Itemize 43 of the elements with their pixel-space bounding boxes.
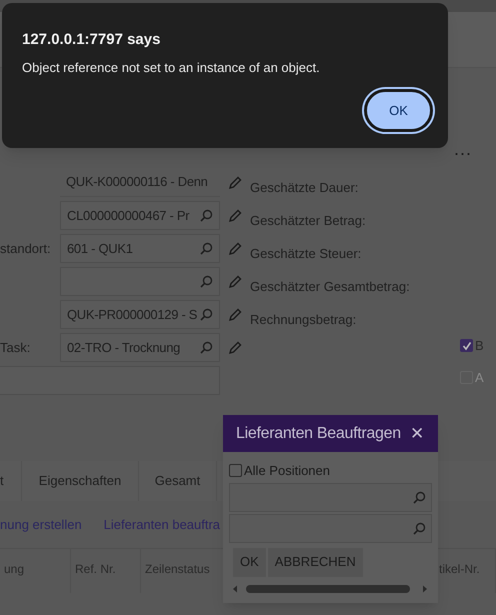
checkbox-label: Alle Positionen [244, 462, 330, 480]
tab[interactable]: t [0, 461, 22, 501]
summary-label: Geschätzte Dauer: [250, 178, 358, 197]
dialog-button[interactable]: ABBRECHEN [268, 548, 363, 576]
summary-label: Geschätzter Gesamtbetrag: [250, 278, 410, 296]
search-icon [413, 490, 426, 504]
dialog-button[interactable]: OK [233, 548, 266, 576]
value-field: QUK-K000000116 - Denn [60, 168, 220, 197]
pencil-icon[interactable] [228, 242, 242, 256]
checkbox[interactable] [460, 339, 473, 352]
lookup-field[interactable]: CL000000000467 - Pr [60, 201, 220, 230]
close-button[interactable]: ✕ [410, 425, 424, 442]
lookup-field[interactable] [60, 267, 220, 296]
more-menu-button[interactable]: ... [454, 140, 472, 158]
pencil-icon[interactable] [228, 274, 242, 288]
alert-message: Object reference not set to an instance of an object. [22, 59, 320, 77]
search-icon [200, 275, 213, 288]
ok-button[interactable]: OK [364, 89, 433, 132]
lookup-field[interactable]: QUK-PR000000129 - S [60, 300, 220, 329]
field-label: Task: [0, 340, 30, 355]
pencil-icon[interactable] [228, 340, 242, 354]
summary-label: Rechnungsbetrag: [250, 310, 356, 329]
pencil-icon[interactable] [228, 208, 242, 222]
tab[interactable]: Eigenschaften [22, 461, 139, 501]
field-label: standort: [0, 240, 51, 256]
search-icon [200, 242, 213, 255]
pencil-icon[interactable] [228, 176, 242, 190]
search-field[interactable] [229, 514, 432, 542]
search-icon [200, 341, 213, 354]
modal-title: Lieferanten Beauftragen [236, 424, 401, 444]
lookup-field[interactable]: 601 - QUK1 [60, 234, 220, 263]
search-field[interactable] [229, 482, 432, 512]
alert-title: 127.0.0.1:7797 says [22, 30, 160, 50]
search-icon [200, 308, 213, 321]
search-icon [413, 522, 426, 534]
summary-label: Geschätzter Betrag: [250, 212, 366, 230]
lookup-field[interactable]: 02-TRO - Trocknung [60, 333, 220, 362]
pencil-icon[interactable] [228, 308, 242, 322]
tab[interactable]: Gesamt [139, 461, 217, 501]
search-icon [200, 209, 213, 222]
summary-label: Geschätzte Steuer: [250, 244, 362, 263]
horizontal-scrollbar[interactable] [231, 582, 429, 594]
checkbox[interactable] [229, 464, 242, 478]
